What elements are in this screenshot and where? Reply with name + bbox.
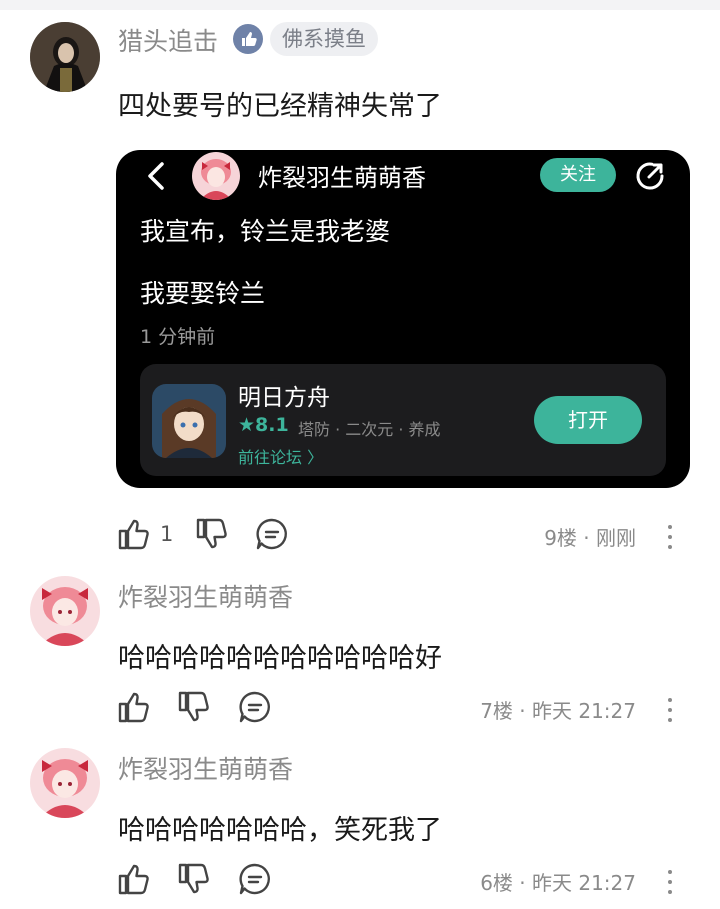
open-app-button[interactable]: 打开 <box>534 396 642 444</box>
like-icon[interactable] <box>116 861 152 897</box>
app-name: 明日方舟 <box>238 385 330 411</box>
floor-time: 9楼 · 刚刚 <box>544 526 636 550</box>
forum-link[interactable]: 前往论坛 〉 <box>238 444 323 468</box>
more-options-icon[interactable] <box>665 695 675 723</box>
floor-time: 6楼 · 昨天 21:27 <box>480 871 636 895</box>
app-rating: ★8.1 <box>238 414 289 436</box>
app-card[interactable]: 明日方舟 ★8.1 塔防 · 二次元 · 养成 前往论坛 〉 打开 <box>140 364 666 476</box>
app-tags: 塔防 · 二次元 · 养成 <box>298 420 441 439</box>
more-options-icon[interactable] <box>665 522 675 550</box>
level-thumb-icon <box>233 24 263 54</box>
post-line: 我要娶铃兰 <box>140 279 266 308</box>
comment-text: 哈哈哈哈哈哈哈，笑死我了 <box>118 815 442 846</box>
like-icon[interactable] <box>116 689 152 725</box>
avatar[interactable] <box>30 22 100 92</box>
share-icon[interactable] <box>632 158 668 194</box>
poster-name[interactable]: 炸裂羽生萌萌香 <box>258 158 426 193</box>
username[interactable]: 炸裂羽生萌萌香 <box>118 750 293 786</box>
reply-icon[interactable] <box>237 689 273 725</box>
post-line: 我宣布，铃兰是我老婆 <box>140 217 391 246</box>
username[interactable]: 猎头追击 <box>118 22 218 58</box>
username[interactable]: 炸裂羽生萌萌香 <box>118 578 293 614</box>
avatar[interactable] <box>30 576 100 646</box>
dislike-icon[interactable] <box>176 689 212 725</box>
like-icon[interactable] <box>116 516 152 552</box>
comment-text: 哈哈哈哈哈哈哈哈哈哈哈好 <box>118 643 442 674</box>
post-timestamp: 1 分钟前 <box>140 326 216 348</box>
reply-icon[interactable] <box>254 516 290 552</box>
user-badge: 佛系摸鱼 <box>270 22 378 56</box>
dislike-icon[interactable] <box>176 861 212 897</box>
more-options-icon[interactable] <box>665 867 675 895</box>
avatar[interactable] <box>30 748 100 818</box>
dislike-icon[interactable] <box>194 516 230 552</box>
floor-time: 7楼 · 昨天 21:27 <box>480 699 636 723</box>
top-divider <box>0 0 720 10</box>
back-arrow-icon[interactable] <box>140 158 176 194</box>
reply-icon[interactable] <box>237 861 273 897</box>
follow-button[interactable]: 关注 <box>540 158 616 192</box>
poster-avatar[interactable] <box>192 152 240 200</box>
app-icon[interactable] <box>152 384 226 458</box>
like-count: 1 <box>160 522 174 546</box>
embedded-post-card[interactable]: 炸裂羽生萌萌香 关注 我宣布，铃兰是我老婆 我要娶铃兰 1 分钟前 明日方舟 ★… <box>116 150 690 488</box>
comment-text: 四处要号的已经精神失常了 <box>118 91 442 122</box>
